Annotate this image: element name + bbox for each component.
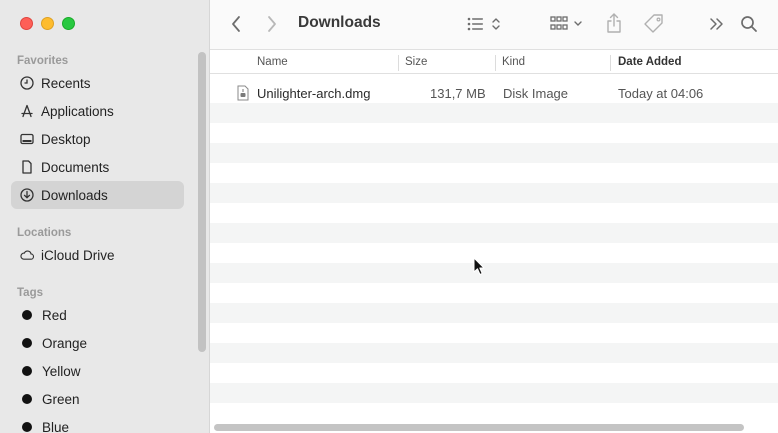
search-icon[interactable] bbox=[740, 15, 758, 33]
toolbar: Downloads bbox=[210, 0, 778, 50]
sidebar-item-applications[interactable]: Applications bbox=[11, 97, 184, 125]
table-row[interactable]: Unilighter-arch.dmg 131,7 MB Disk Image … bbox=[210, 83, 778, 103]
column-divider[interactable] bbox=[610, 55, 611, 71]
sidebar-tag-green[interactable]: Green bbox=[11, 385, 184, 413]
sidebar-item-label: Green bbox=[42, 391, 80, 407]
tag-dot-icon bbox=[22, 310, 32, 320]
column-header-name[interactable]: Name bbox=[257, 56, 288, 68]
file-size: 131,7 MB bbox=[430, 86, 486, 101]
favorites-section-label: Favorites bbox=[17, 55, 69, 67]
empty-row bbox=[210, 303, 778, 323]
tags-section-label: Tags bbox=[17, 287, 43, 299]
file-date-added: Today at 04:06 bbox=[618, 86, 704, 101]
column-header-kind[interactable]: Kind bbox=[502, 56, 525, 68]
locations-section-label: Locations bbox=[17, 227, 72, 239]
minimize-window-button[interactable] bbox=[41, 17, 54, 30]
group-by-icon[interactable] bbox=[550, 15, 584, 32]
clock-icon bbox=[20, 76, 34, 90]
tag-dot-icon bbox=[22, 338, 32, 348]
sidebar-item-label: Recents bbox=[41, 75, 91, 91]
desktop-icon bbox=[20, 132, 34, 146]
sidebar-item-label: Yellow bbox=[42, 363, 81, 379]
tag-dot-icon bbox=[22, 422, 32, 432]
sidebar-item-label: Applications bbox=[41, 103, 114, 119]
zoom-window-button[interactable] bbox=[62, 17, 75, 30]
sidebar-tag-blue[interactable]: Blue bbox=[11, 413, 184, 433]
empty-row bbox=[210, 223, 778, 243]
empty-row bbox=[210, 343, 778, 363]
sidebar-item-documents[interactable]: Documents bbox=[11, 153, 184, 181]
empty-row bbox=[210, 103, 778, 123]
sidebar-item-icloud-drive[interactable]: iCloud Drive bbox=[11, 241, 184, 269]
file-list: Unilighter-arch.dmg 131,7 MB Disk Image … bbox=[210, 83, 778, 419]
disk-image-file-icon bbox=[237, 85, 249, 104]
list-view-icon[interactable] bbox=[467, 16, 503, 32]
close-window-button[interactable] bbox=[20, 17, 33, 30]
share-icon[interactable] bbox=[606, 12, 622, 34]
sidebar: Favorites Recents Applications Desktop D… bbox=[0, 0, 210, 433]
sidebar-item-recents[interactable]: Recents bbox=[11, 69, 184, 97]
document-icon bbox=[20, 160, 34, 174]
back-icon[interactable] bbox=[230, 15, 242, 33]
sidebar-item-label: Desktop bbox=[41, 131, 91, 147]
empty-row bbox=[210, 143, 778, 163]
applications-icon bbox=[20, 104, 34, 118]
tag-dot-icon bbox=[22, 366, 32, 376]
column-divider[interactable] bbox=[495, 55, 496, 71]
sidebar-item-label: Documents bbox=[41, 159, 110, 175]
sidebar-tag-red[interactable]: Red bbox=[11, 301, 184, 329]
sidebar-scrollbar[interactable] bbox=[198, 52, 206, 352]
column-header-date-added[interactable]: Date Added bbox=[618, 56, 681, 68]
mouse-pointer-icon bbox=[473, 257, 485, 281]
sidebar-item-downloads[interactable]: Downloads bbox=[11, 181, 184, 209]
more-toolbar-items-icon[interactable] bbox=[709, 17, 725, 31]
sidebar-item-label: Blue bbox=[42, 419, 70, 433]
tag-icon[interactable] bbox=[643, 13, 665, 35]
file-name: Unilighter-arch.dmg bbox=[257, 86, 371, 101]
file-kind: Disk Image bbox=[503, 86, 569, 101]
window-controls bbox=[20, 17, 75, 30]
window-title: Downloads bbox=[298, 14, 381, 31]
sidebar-item-label: Red bbox=[42, 307, 67, 323]
empty-row bbox=[210, 383, 778, 403]
horizontal-scrollbar[interactable] bbox=[214, 424, 744, 431]
cloud-icon bbox=[20, 248, 34, 262]
sidebar-item-desktop[interactable]: Desktop bbox=[11, 125, 184, 153]
tag-dot-icon bbox=[22, 394, 32, 404]
column-header-size[interactable]: Size bbox=[405, 56, 427, 68]
sidebar-item-label: Orange bbox=[42, 335, 88, 351]
column-headers: Name Size Kind Date Added bbox=[210, 52, 778, 74]
column-divider[interactable] bbox=[398, 55, 399, 71]
sidebar-item-label: Downloads bbox=[41, 187, 108, 203]
empty-row bbox=[210, 183, 778, 203]
sidebar-tag-orange[interactable]: Orange bbox=[11, 329, 184, 357]
empty-row bbox=[210, 263, 778, 283]
sidebar-tag-yellow[interactable]: Yellow bbox=[11, 357, 184, 385]
download-icon bbox=[20, 188, 34, 202]
sidebar-item-label: iCloud Drive bbox=[41, 247, 115, 263]
forward-icon[interactable] bbox=[266, 15, 278, 33]
